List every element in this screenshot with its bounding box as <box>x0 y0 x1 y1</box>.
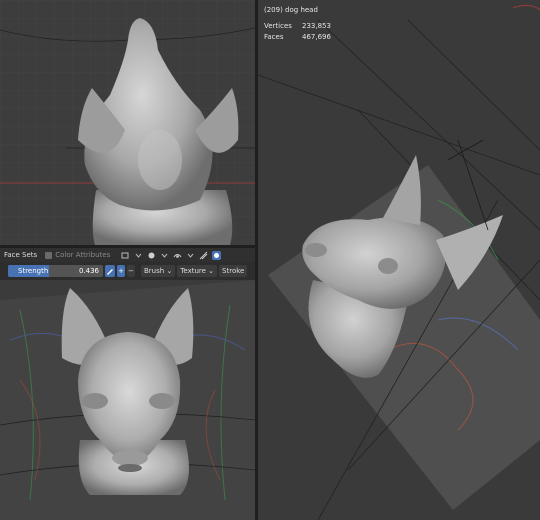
strength-value: 0.436 <box>78 267 99 275</box>
chevron-down-icon: ⌄ <box>208 267 215 275</box>
tool-settings-bar: Strength 0.436 + − Brush ⌄ Texture ⌄ Str… <box>0 262 255 280</box>
faces-label: Faces <box>264 33 284 41</box>
color-attributes-label: Color Attributes <box>55 251 111 259</box>
chevron-down-icon: ⌄ <box>166 267 173 275</box>
dog-head-back-view <box>0 0 255 245</box>
dropdown-arrow-icon[interactable] <box>134 251 143 260</box>
texture-label: Texture <box>180 267 206 275</box>
viewport-right[interactable]: (209) dog head Vertices 233,853 Faces 46… <box>258 0 540 520</box>
viewport-bottom-left[interactable] <box>0 280 255 520</box>
dog-head-front-view <box>0 280 255 520</box>
dropdown-arrow-icon[interactable] <box>186 251 195 260</box>
vertices-value: 233,853 <box>302 22 331 30</box>
viewport-top-left[interactable] <box>0 0 255 245</box>
brush-label: Brush <box>144 267 165 275</box>
color-attributes-icon <box>45 251 53 259</box>
color-attributes-menu[interactable]: Color Attributes <box>41 248 114 262</box>
strength-slider[interactable]: Strength 0.436 <box>8 265 103 277</box>
object-name-label: (209) dog head <box>264 6 318 14</box>
gizmo-icon[interactable] <box>121 251 130 260</box>
strength-label: Strength <box>18 267 49 275</box>
face-sets-menu[interactable]: Face Sets <box>0 248 41 262</box>
texture-dropdown[interactable]: Texture ⌄ <box>177 265 218 277</box>
stroke-label: Stroke <box>222 267 245 275</box>
header-icons <box>114 248 226 262</box>
vertices-label: Vertices <box>264 22 292 30</box>
faces-value: 467,696 <box>302 33 331 41</box>
viewport-shading-icon[interactable] <box>147 251 156 260</box>
dog-head-perspective-view <box>258 4 540 520</box>
minus-button[interactable]: − <box>127 265 135 277</box>
dropdown-arrow-icon[interactable] <box>160 251 169 260</box>
plus-button[interactable]: + <box>117 265 125 277</box>
viewport-header: Face Sets Color Attributes <box>0 248 255 262</box>
xray-icon[interactable] <box>199 251 208 260</box>
shading-solid-icon[interactable] <box>212 250 222 260</box>
brush-dropdown[interactable]: Brush ⌄ <box>141 265 176 277</box>
overlay-icon[interactable] <box>173 251 182 260</box>
minus-icon: − <box>128 267 134 275</box>
face-sets-label: Face Sets <box>4 251 38 259</box>
stroke-dropdown[interactable]: Stroke <box>219 265 248 277</box>
pressure-pen-icon[interactable] <box>105 265 115 277</box>
plus-icon: + <box>118 267 124 275</box>
